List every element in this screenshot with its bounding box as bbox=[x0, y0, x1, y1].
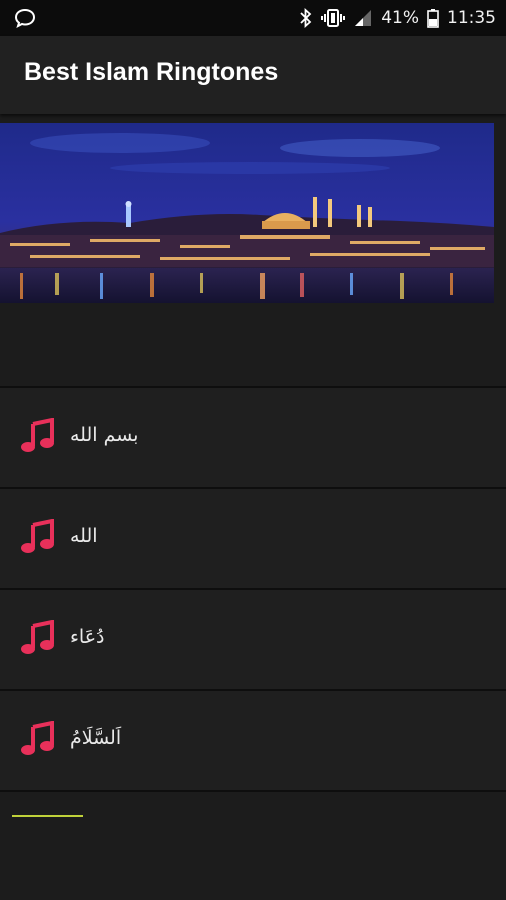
music-note-icon bbox=[21, 418, 54, 452]
battery-percent: 41% bbox=[381, 8, 419, 28]
vibrate-icon bbox=[321, 9, 346, 27]
list-divider bbox=[0, 790, 506, 792]
ringtone-label: اَلسَّلَامُ bbox=[70, 727, 122, 749]
list-item[interactable]: الله bbox=[0, 487, 506, 588]
music-note-icon bbox=[21, 620, 54, 654]
bluetooth-icon bbox=[300, 8, 312, 28]
signal-icon bbox=[355, 10, 372, 26]
music-note-icon bbox=[21, 721, 54, 755]
ringtone-label: الله bbox=[70, 525, 98, 547]
status-bar: 41% 11:35 bbox=[0, 0, 506, 36]
ringtone-label: بسم الله bbox=[70, 424, 139, 446]
list-item[interactable]: بسم الله bbox=[0, 386, 506, 487]
music-note-icon bbox=[21, 519, 54, 553]
app-bar: Best Islam Ringtones bbox=[0, 36, 506, 114]
ringtone-label: دُعَاء bbox=[70, 626, 105, 648]
chat-icon bbox=[14, 8, 36, 28]
ringtone-list: بسم الله الله دُعَاء اَلسَّلَامُ bbox=[0, 386, 506, 792]
loading-indicator bbox=[12, 815, 83, 817]
battery-icon bbox=[427, 9, 439, 28]
list-item[interactable]: دُعَاء bbox=[0, 588, 506, 689]
list-item[interactable]: اَلسَّلَامُ bbox=[0, 689, 506, 790]
banner-image bbox=[0, 123, 494, 303]
app-title: Best Islam Ringtones bbox=[24, 58, 279, 86]
clock: 11:35 bbox=[447, 8, 496, 28]
